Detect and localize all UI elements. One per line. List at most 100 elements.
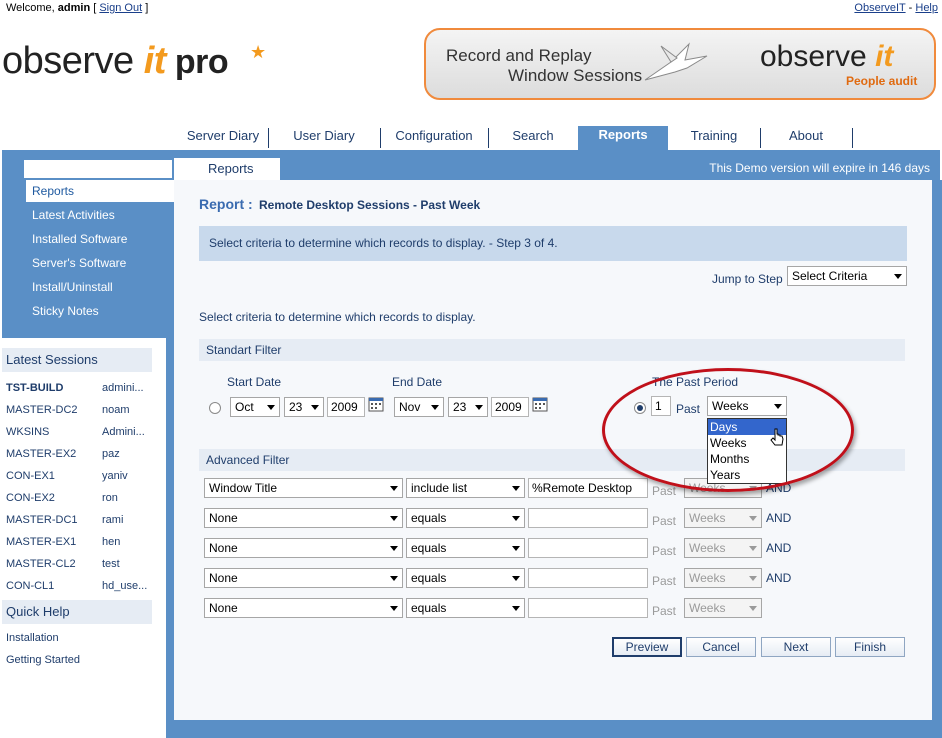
session-host[interactable]: MASTER-DC2 xyxy=(6,402,78,418)
filter-unit-select[interactable]: Weeks xyxy=(684,538,762,558)
tab-about[interactable]: About xyxy=(760,128,853,148)
session-user[interactable]: rami xyxy=(102,512,123,528)
finish-button[interactable]: Finish xyxy=(835,637,905,657)
session-user[interactable]: test xyxy=(102,556,120,572)
filter-and-label: AND xyxy=(766,511,792,525)
observeit-link[interactable]: ObserveIT xyxy=(854,2,905,14)
welcome-text: Welcome, admin [ Sign Out ] xyxy=(6,2,149,14)
chevron-down-icon xyxy=(512,546,520,551)
next-button[interactable]: Next xyxy=(761,637,831,657)
option-years[interactable]: Years xyxy=(708,467,786,483)
subtab-reports[interactable]: Reports xyxy=(174,158,280,180)
filter-and-label: AND xyxy=(766,571,792,585)
session-host[interactable]: WKSINS xyxy=(6,424,49,440)
session-host[interactable]: TST-BUILD xyxy=(6,380,63,396)
sidebar-item-installed-software[interactable]: Installed Software xyxy=(26,228,174,250)
session-user[interactable]: noam xyxy=(102,402,130,418)
start-year-input[interactable]: 2009 xyxy=(327,397,365,417)
calendar-icon[interactable] xyxy=(532,396,548,412)
filter-value-input[interactable] xyxy=(528,598,648,618)
end-year-input[interactable]: 2009 xyxy=(491,397,529,417)
session-host[interactable]: CON-CL1 xyxy=(6,578,54,594)
top-links: ObserveIT - Help xyxy=(854,2,938,14)
filter-operator-select[interactable]: include list xyxy=(406,478,525,498)
sidebar-item-install-uninstall[interactable]: Install/Uninstall xyxy=(26,276,174,298)
filter-field-select[interactable]: None xyxy=(204,538,403,558)
report-title: Report : xyxy=(199,196,253,212)
tab-user-diary[interactable]: User Diary xyxy=(268,128,381,148)
filter-field-select[interactable]: Window Title xyxy=(204,478,403,498)
filter-value-input[interactable] xyxy=(528,568,648,588)
sign-out-link[interactable]: Sign Out xyxy=(99,2,142,14)
filter-operator-select[interactable]: equals xyxy=(406,508,525,528)
quick-help-header: Quick Help xyxy=(2,600,152,624)
start-day-select[interactable]: 23 xyxy=(284,397,324,417)
session-host[interactable]: MASTER-EX1 xyxy=(6,534,76,550)
tab-training[interactable]: Training xyxy=(668,128,761,148)
quick-help-getting-started[interactable]: Getting Started xyxy=(6,654,80,666)
past-word-label: Past xyxy=(676,402,701,416)
session-host[interactable]: MASTER-DC1 xyxy=(6,512,78,528)
help-link[interactable]: Help xyxy=(915,2,938,14)
filter-value-input[interactable]: %Remote Desktop xyxy=(528,478,648,498)
filter-operator-select[interactable]: equals xyxy=(406,568,525,588)
sidebar-strip xyxy=(2,160,24,338)
session-host[interactable]: CON-EX1 xyxy=(6,468,55,484)
past-period-radio[interactable] xyxy=(634,402,646,414)
welcome-prefix: Welcome, xyxy=(6,2,55,14)
session-host[interactable]: MASTER-EX2 xyxy=(6,446,76,462)
option-months[interactable]: Months xyxy=(708,451,786,467)
tab-configuration[interactable]: Configuration xyxy=(380,128,489,148)
frame-right-border xyxy=(932,180,942,738)
filter-past-label: Past xyxy=(652,604,677,618)
banner-tagline: People audit xyxy=(846,74,918,88)
sidebar-item-sticky-notes[interactable]: Sticky Notes xyxy=(26,300,174,322)
sidebar-item-latest-activities[interactable]: Latest Activities xyxy=(26,204,174,226)
session-user[interactable]: Admini... xyxy=(102,424,145,440)
filter-operator-select[interactable]: equals xyxy=(406,538,525,558)
cancel-button[interactable]: Cancel xyxy=(686,637,756,657)
chevron-down-icon xyxy=(390,606,398,611)
tab-search[interactable]: Search xyxy=(488,128,578,148)
date-range-radio[interactable] xyxy=(209,402,221,414)
session-host[interactable]: CON-EX2 xyxy=(6,490,55,506)
end-month-select[interactable]: Nov xyxy=(394,397,444,417)
tab-server-diary[interactable]: Server Diary xyxy=(178,128,269,148)
filter-unit-select[interactable]: Weeks xyxy=(684,598,762,618)
filter-past-label: Past xyxy=(652,484,677,498)
start-month-select[interactable]: Oct xyxy=(230,397,280,417)
jump-to-step-select[interactable]: Select Criteria xyxy=(787,266,907,286)
past-count-input[interactable]: 1 xyxy=(651,396,671,416)
promo-banner[interactable]: Record and Replay Window Sessions observ… xyxy=(424,28,936,100)
banner-line2: Window Sessions xyxy=(508,66,643,85)
demo-expire-notice: This Demo version will expire in 146 day… xyxy=(709,161,930,175)
calendar-icon[interactable] xyxy=(368,396,384,412)
session-user[interactable]: paz xyxy=(102,446,120,462)
session-user[interactable]: hen xyxy=(102,534,120,550)
session-user[interactable]: yaniv xyxy=(102,468,128,484)
session-host[interactable]: MASTER-CL2 xyxy=(6,556,76,572)
filter-operator-select[interactable]: equals xyxy=(406,598,525,618)
filter-value-input[interactable] xyxy=(528,508,648,528)
current-user: admin xyxy=(57,2,91,14)
tab-reports[interactable]: Reports xyxy=(578,126,668,150)
session-user[interactable]: admini... xyxy=(102,380,144,396)
past-period-label: The Past Period xyxy=(652,375,739,389)
session-user[interactable]: ron xyxy=(102,490,118,506)
chevron-down-icon xyxy=(512,576,520,581)
preview-button[interactable]: Preview xyxy=(612,637,682,657)
session-user[interactable]: hd_use... xyxy=(102,578,147,594)
filter-field-select[interactable]: None xyxy=(204,508,403,528)
quick-help-installation[interactable]: Installation xyxy=(6,632,59,644)
sidebar-item-reports[interactable]: Reports xyxy=(26,180,174,202)
chevron-down-icon xyxy=(894,274,902,279)
filter-value-input[interactable] xyxy=(528,538,648,558)
filter-field-select[interactable]: None xyxy=(204,598,403,618)
end-day-select[interactable]: 23 xyxy=(448,397,488,417)
sidebar-item-servers-software[interactable]: Server's Software xyxy=(26,252,174,274)
observeit-pro-logo: observe it pro xyxy=(2,40,229,82)
filter-field-select[interactable]: None xyxy=(204,568,403,588)
past-unit-select[interactable]: Weeks xyxy=(707,396,787,416)
filter-unit-select[interactable]: Weeks xyxy=(684,508,762,528)
filter-unit-select[interactable]: Weeks xyxy=(684,568,762,588)
